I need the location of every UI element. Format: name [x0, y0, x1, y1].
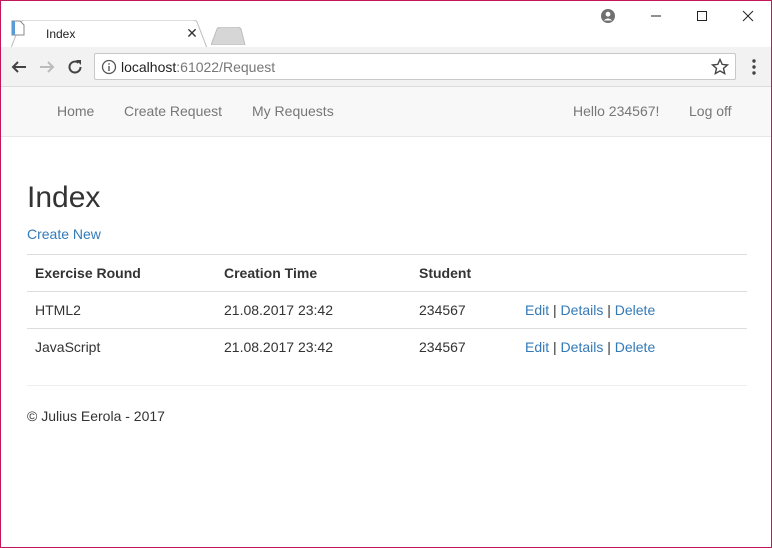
cell-creation-time: 21.08.2017 23:42 [216, 291, 411, 329]
cell-actions: Edit | Details | Delete [517, 291, 747, 329]
url-host: localhost [121, 59, 177, 75]
table-row: HTML2 21.08.2017 23:42 234567 Edit | Det… [27, 291, 747, 329]
table-header-row: Exercise Round Creation Time Student [27, 254, 747, 292]
nav-home[interactable]: Home [57, 103, 94, 119]
header-creation-time: Creation Time [216, 254, 411, 292]
footer-copyright: © Julius Eerola - 2017 [27, 408, 165, 424]
url-text: localhost:61022/Request [121, 59, 275, 75]
tab-title: Index [46, 27, 76, 41]
create-new-link[interactable]: Create New [27, 226, 101, 242]
header-exercise-round: Exercise Round [27, 254, 216, 292]
kebab-menu-icon[interactable] [747, 57, 761, 77]
tab-shape [11, 20, 207, 48]
new-tab-button[interactable] [210, 26, 247, 48]
forward-arrow-icon [40, 61, 55, 73]
browser-tab[interactable]: Index ✕ [11, 20, 207, 48]
minimize-icon [651, 15, 661, 17]
window-close-button[interactable] [725, 1, 771, 31]
details-link[interactable]: Details [561, 302, 604, 318]
browser-window: Index ✕ localhost:61022/Request Home Cre… [0, 0, 772, 548]
separator: | [607, 339, 611, 356]
browser-toolbar: localhost:61022/Request [1, 47, 771, 87]
cell-exercise-round: HTML2 [27, 291, 216, 329]
nav-greeting[interactable]: Hello 234567! [573, 103, 659, 119]
nav-my-requests[interactable]: My Requests [252, 103, 334, 119]
details-link[interactable]: Details [561, 339, 604, 355]
maximize-icon [697, 11, 707, 21]
reload-button[interactable] [65, 57, 85, 77]
page-title: Index [27, 181, 101, 214]
delete-link[interactable]: Delete [615, 302, 655, 318]
cell-exercise-round: JavaScript [27, 328, 216, 366]
minimize-button[interactable] [633, 1, 679, 31]
url-path: :61022/Request [176, 59, 276, 75]
back-button[interactable] [9, 57, 29, 77]
maximize-button[interactable] [679, 1, 725, 31]
site-navbar: Home Create Request My Requests Hello 23… [1, 87, 771, 137]
star-icon[interactable] [711, 58, 729, 76]
nav-logoff[interactable]: Log off [689, 103, 732, 119]
info-icon[interactable] [101, 59, 117, 75]
page-icon [11, 20, 25, 36]
cell-student: 234567 [411, 328, 517, 366]
profile-icon[interactable] [601, 9, 615, 23]
title-bar: Index ✕ [1, 1, 771, 48]
requests-table: Exercise Round Creation Time Student HTM… [27, 254, 747, 366]
separator: | [553, 339, 557, 356]
delete-link[interactable]: Delete [615, 339, 655, 355]
new-tab-icon [210, 26, 246, 46]
table-row: JavaScript 21.08.2017 23:42 234567 Edit … [27, 328, 747, 366]
address-bar[interactable]: localhost:61022/Request [94, 53, 736, 80]
window-controls [633, 1, 771, 31]
edit-link[interactable]: Edit [525, 302, 549, 318]
cell-student: 234567 [411, 291, 517, 329]
footer-divider [27, 385, 747, 386]
close-icon[interactable]: ✕ [185, 26, 199, 40]
separator: | [607, 302, 611, 318]
nav-create-request[interactable]: Create Request [124, 103, 222, 119]
separator: | [553, 302, 557, 318]
header-actions [517, 254, 747, 292]
header-student: Student [411, 254, 517, 292]
edit-link[interactable]: Edit [525, 339, 549, 355]
back-arrow-icon [11, 61, 26, 73]
reload-icon [68, 60, 82, 74]
window-close-icon [742, 10, 754, 22]
forward-button[interactable] [37, 57, 57, 77]
cell-creation-time: 21.08.2017 23:42 [216, 328, 411, 366]
cell-actions: Edit | Details | Delete [517, 328, 747, 366]
